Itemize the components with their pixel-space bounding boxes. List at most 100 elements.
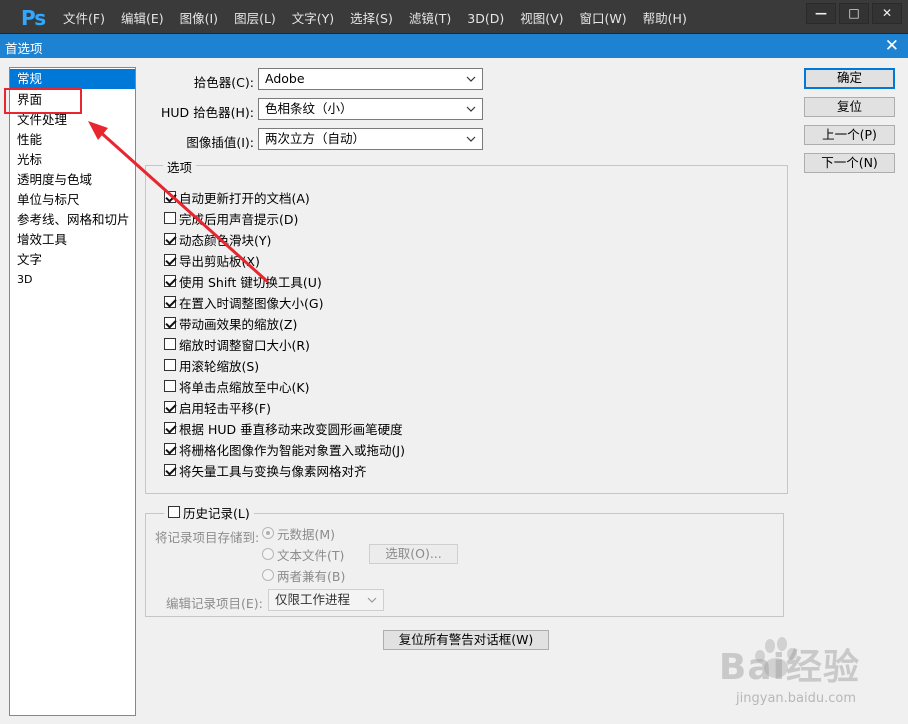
ok-button[interactable]: 确定 [804,68,895,89]
edit-log-select[interactable]: 仅限工作进程 [268,589,384,611]
chevron-down-icon [466,106,476,112]
watermark-brand: Bai经验 [718,647,860,688]
main-menu: 文件(F) 编辑(E) 图像(I) 图层(L) 文字(Y) 选择(S) 滤镜(T… [55,0,695,34]
close-window-icon[interactable]: ✕ [872,3,902,24]
option-row[interactable]: 将单击点缩放至中心(K) [164,376,309,396]
option-checkbox[interactable] [164,380,176,392]
option-label: 将栅格化图像作为智能对象置入或拖动(J) [179,442,405,458]
color-picker-value: Adobe [265,71,305,86]
radio-text-file-dot[interactable] [262,548,274,560]
option-row[interactable]: 自动更新打开的文档(A) [164,187,310,207]
option-row[interactable]: 在置入时调整图像大小(G) [164,292,323,312]
chevron-down-icon [466,76,476,82]
radio-both[interactable]: 两者兼有(B) [262,566,345,584]
option-checkbox[interactable] [164,359,176,371]
color-picker-select[interactable]: Adobe [258,68,483,90]
menu-3d[interactable]: 3D(D) [459,0,512,34]
option-row[interactable]: 将矢量工具与变换与像素网格对齐 [164,460,367,480]
menu-image[interactable]: 图像(I) [172,0,226,34]
photoshop-menubar: Ps 文件(F) 编辑(E) 图像(I) 图层(L) 文字(Y) 选择(S) 滤… [0,0,908,34]
category-list: 常规 界面 文件处理 性能 光标 透明度与色域 单位与标尺 参考线、网格和切片 … [9,67,136,716]
choose-button[interactable]: 选取(O)... [369,544,458,564]
radio-text-file-label: 文本文件(T) [277,547,345,563]
option-row[interactable]: 将栅格化图像作为智能对象置入或拖动(J) [164,439,405,459]
option-row[interactable]: 动态颜色滑块(Y) [164,229,271,249]
reset-warnings-button[interactable]: 复位所有警告对话框(W) [383,630,549,650]
option-checkbox[interactable] [164,401,176,413]
color-picker-label: 拾色器(C): [193,75,254,90]
hud-color-picker-label: HUD 拾色器(H): [160,105,254,120]
option-checkbox[interactable] [164,443,176,455]
menu-window[interactable]: 窗口(W) [572,0,635,34]
photoshop-logo: Ps [21,6,46,30]
option-checkbox[interactable] [164,464,176,476]
edit-log-label: 编辑记录项目(E): [166,596,263,611]
radio-text-file[interactable]: 文本文件(T) [262,545,344,563]
watermark-url: jingyan.baidu.com [736,691,856,706]
option-checkbox[interactable] [164,422,176,434]
radio-metadata-dot[interactable] [262,527,274,539]
option-row[interactable]: 完成后用声音提示(D) [164,208,298,228]
option-label: 用滚轮缩放(S) [179,358,260,374]
option-label: 将矢量工具与变换与像素网格对齐 [179,463,367,479]
menu-view[interactable]: 视图(V) [512,0,571,34]
option-label: 根据 HUD 垂直移动来改变圆形画笔硬度 [179,421,403,437]
history-legend: 历史记录(L) [183,505,250,521]
option-row[interactable]: 导出剪贴板(X) [164,250,260,270]
maximize-icon[interactable]: □ [839,3,869,24]
category-3d[interactable]: 3D [10,270,135,290]
option-checkbox[interactable] [164,338,176,350]
hud-color-picker-value: 色相条纹（小） [265,101,353,116]
category-units-rulers[interactable]: 单位与标尺 [10,190,135,210]
dialog-close-icon[interactable]: ✕ [885,35,899,57]
category-transparency-gamut[interactable]: 透明度与色域 [10,170,135,190]
option-label: 导出剪贴板(X) [179,253,260,269]
reset-button[interactable]: 复位 [804,97,895,117]
option-label: 完成后用声音提示(D) [179,211,299,227]
option-label: 动态颜色滑块(Y) [179,232,272,248]
interpolation-label: 图像插值(I): [186,135,254,150]
radio-both-dot[interactable] [262,569,274,581]
option-row[interactable]: 根据 HUD 垂直移动来改变圆形画笔硬度 [164,418,403,438]
option-checkbox[interactable] [164,254,176,266]
option-label: 将单击点缩放至中心(K) [179,379,310,395]
prev-button[interactable]: 上一个(P) [804,125,895,145]
option-checkbox[interactable] [164,317,176,329]
category-type[interactable]: 文字 [10,250,135,270]
interpolation-select[interactable]: 两次立方（自动） [258,128,483,150]
menu-select[interactable]: 选择(S) [342,0,401,34]
minimize-icon[interactable]: — [806,3,836,24]
radio-metadata[interactable]: 元数据(M) [262,524,335,542]
option-checkbox[interactable] [164,296,176,308]
history-checkbox[interactable] [168,506,180,518]
option-checkbox[interactable] [164,212,176,224]
menu-help[interactable]: 帮助(H) [635,0,695,34]
hud-color-picker-select[interactable]: 色相条纹（小） [258,98,483,120]
radio-metadata-label: 元数据(M) [277,526,336,542]
option-label: 在置入时调整图像大小(G) [179,295,324,311]
option-checkbox[interactable] [164,275,176,287]
menu-edit[interactable]: 编辑(E) [113,0,172,34]
category-cursors[interactable]: 光标 [10,150,135,170]
option-label: 带动画效果的缩放(Z) [179,316,298,332]
options-legend: 选项 [163,157,197,176]
category-plugins[interactable]: 增效工具 [10,230,135,250]
option-row[interactable]: 使用 Shift 键切换工具(U) [164,271,322,291]
option-label: 使用 Shift 键切换工具(U) [179,274,322,290]
option-row[interactable]: 带动画效果的缩放(Z) [164,313,297,333]
history-toggle[interactable]: 历史记录(L) [164,502,254,522]
next-button[interactable]: 下一个(N) [804,153,895,173]
menu-type[interactable]: 文字(Y) [284,0,342,34]
menu-file[interactable]: 文件(F) [55,0,113,34]
option-row[interactable]: 启用轻击平移(F) [164,397,271,417]
option-label: 缩放时调整窗口大小(R) [179,337,310,353]
option-checkbox[interactable] [164,191,176,203]
option-checkbox[interactable] [164,233,176,245]
option-row[interactable]: 用滚轮缩放(S) [164,355,259,375]
window-controls: — □ ✕ [806,3,902,24]
menu-filter[interactable]: 滤镜(T) [401,0,459,34]
menu-layer[interactable]: 图层(L) [226,0,284,34]
category-guides-grid-slices[interactable]: 参考线、网格和切片 [10,210,135,230]
option-row[interactable]: 缩放时调整窗口大小(R) [164,334,310,354]
chevron-down-icon [367,597,377,603]
